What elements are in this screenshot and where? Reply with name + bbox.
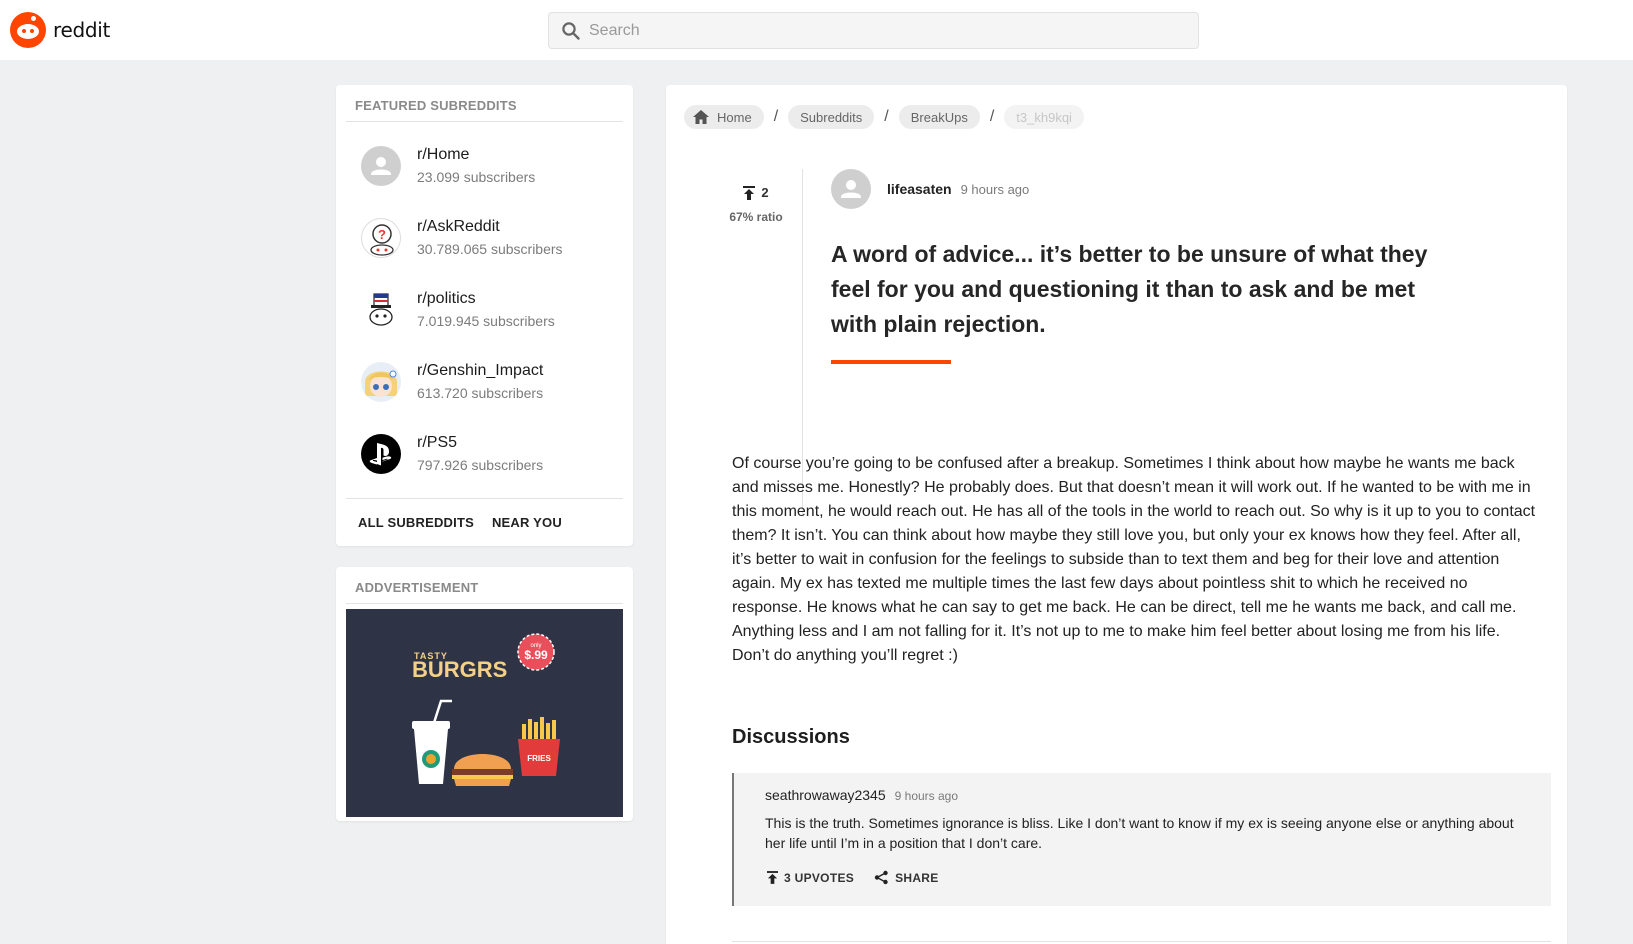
- post-author-row: lifeasaten 9 hours ago: [831, 169, 1029, 209]
- comment-time: 9 hours ago: [894, 789, 959, 803]
- comment: seathrowaway2345 9 hours ago This is the…: [732, 773, 1551, 906]
- vote-panel: 2 67% ratio: [716, 185, 796, 224]
- advertisement-title: ADDVERTISEMENT: [355, 580, 479, 595]
- breadcrumb-breakups[interactable]: BreakUps: [898, 105, 980, 129]
- ad-fries-text: FRIES: [527, 754, 551, 763]
- featured-subreddits-card: FEATURED SUBREDDITS r/Home 23.099 subscr…: [336, 85, 633, 546]
- advertisement-card: ADDVERTISEMENT TASTY BURGRS only $.99 FR: [336, 567, 633, 821]
- title-accent-bar: [831, 360, 951, 364]
- subreddit-name: r/PS5: [417, 434, 458, 451]
- comment-author[interactable]: seathrowaway2345: [765, 787, 886, 803]
- next-comment-edge: [732, 941, 1551, 942]
- subreddit-item-home[interactable]: r/Home 23.099 subscribers: [361, 144, 621, 188]
- subreddit-subscribers: 23.099 subscribers: [417, 169, 536, 185]
- askreddit-avatar-icon: ?: [361, 218, 401, 258]
- reddit-snoo-icon: [10, 12, 46, 48]
- featured-subreddits-title: FEATURED SUBREDDITS: [355, 98, 517, 113]
- subreddit-item-ps5[interactable]: r/PS5 797.926 subscribers: [361, 432, 621, 476]
- subreddit-name: r/Home: [417, 146, 470, 163]
- search-icon: [553, 13, 589, 49]
- breadcrumb-home-label: Home: [717, 109, 752, 125]
- upvote-icon: [767, 871, 778, 884]
- all-subreddits-link[interactable]: ALL SUBREDDITS: [358, 515, 474, 530]
- breadcrumb: Home / Subreddits / BreakUps / t3_kh9kqi: [684, 105, 1084, 129]
- comment-upvotes-label: 3 UPVOTES: [784, 870, 855, 885]
- subreddit-item-askreddit[interactable]: ? r/AskReddit 30.789.065 subscribers: [361, 216, 621, 260]
- breadcrumb-home[interactable]: Home: [684, 105, 764, 129]
- ad-banner-image[interactable]: TASTY BURGRS only $.99 FRIES: [346, 609, 623, 817]
- subreddit-subscribers: 797.926 subscribers: [417, 457, 544, 473]
- default-avatar-icon[interactable]: [831, 169, 871, 209]
- comment-upvote-button[interactable]: 3 UPVOTES: [767, 871, 854, 885]
- vote-count-value: 2: [761, 185, 769, 200]
- post-title: A word of advice... it’s better to be un…: [831, 241, 1428, 337]
- subreddit-item-politics[interactable]: r/politics 7.019.945 subscribers: [361, 288, 621, 332]
- near-you-link[interactable]: NEAR YOU: [492, 515, 562, 530]
- post-author[interactable]: lifeasaten: [887, 181, 952, 197]
- comment-share-button[interactable]: SHARE: [874, 870, 939, 885]
- share-icon: [874, 870, 888, 885]
- reddit-logo[interactable]: reddit: [10, 12, 110, 48]
- genshin-avatar-icon: [361, 362, 401, 402]
- subreddit-subscribers: 7.019.945 subscribers: [417, 313, 555, 329]
- ad-price-text: $.99: [524, 648, 548, 662]
- search-bar[interactable]: [548, 12, 1199, 49]
- breadcrumb-post-id: t3_kh9kqi: [1004, 105, 1084, 129]
- search-input[interactable]: [589, 21, 1169, 40]
- subreddit-item-genshin-impact[interactable]: r/Genshin_Impact 613.720 subscribers: [361, 360, 621, 404]
- home-icon: [693, 110, 709, 124]
- upvote-ratio: 67% ratio: [729, 210, 783, 224]
- post-body: Of course you’re going to be confused af…: [732, 455, 1536, 664]
- subreddit-name: r/AskReddit: [417, 218, 500, 235]
- subreddit-name: r/Genshin_Impact: [417, 362, 544, 379]
- upvote-icon: [743, 185, 756, 200]
- comment-text: This is the truth. Sometimes ignorance i…: [765, 815, 1514, 851]
- subreddit-subscribers: 30.789.065 subscribers: [417, 241, 563, 257]
- default-avatar-icon: [361, 146, 401, 186]
- politics-avatar-icon: [361, 290, 401, 330]
- logo-text: reddit: [53, 18, 111, 42]
- svg-text:?: ?: [378, 227, 386, 242]
- discussions-heading: Discussions: [732, 726, 850, 748]
- post-card: Home / Subreddits / BreakUps / t3_kh9kqi…: [666, 85, 1567, 944]
- top-header: reddit: [0, 0, 1633, 60]
- post-time: 9 hours ago: [960, 181, 1030, 197]
- subreddit-name: r/politics: [417, 290, 476, 307]
- breadcrumb-subreddits[interactable]: Subreddits: [788, 105, 875, 129]
- subreddit-subscribers: 613.720 subscribers: [417, 385, 544, 401]
- comment-share-label: SHARE: [895, 870, 939, 885]
- vote-count[interactable]: 2: [716, 185, 796, 200]
- ad-brand-text: BURGRS: [412, 657, 507, 682]
- playstation-logo-icon: [361, 434, 401, 474]
